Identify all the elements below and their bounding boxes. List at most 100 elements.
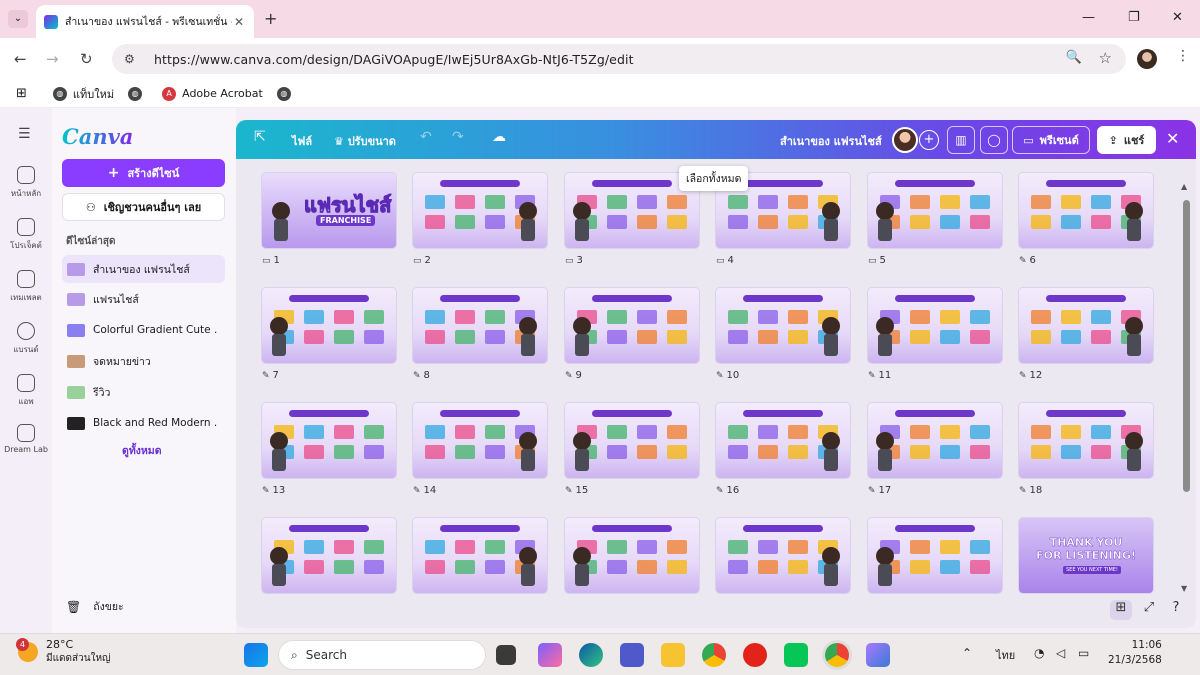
- rail-projects[interactable]: โปรเจ็คต์: [0, 218, 52, 252]
- slide-thumbnail[interactable]: [1019, 403, 1153, 478]
- address-bar[interactable]: ⚙ https://www.canva.com/design/DAGiVOApu…: [112, 44, 1126, 74]
- recent-item[interactable]: จดหมายข่าว: [62, 347, 225, 375]
- rail-apps[interactable]: แอพ: [0, 374, 52, 408]
- grid-view-button[interactable]: ⊞: [1110, 600, 1132, 620]
- edit-icon[interactable]: ✎: [1019, 256, 1027, 266]
- recent-item[interactable]: รีวิว: [62, 378, 225, 406]
- scroll-up-arrow[interactable]: ▲: [1181, 182, 1187, 191]
- bookmark-globe-2[interactable]: ◍: [276, 86, 297, 101]
- slide-thumbnail[interactable]: [262, 403, 396, 478]
- trash-link[interactable]: 🗑 ถังขยะ: [66, 598, 124, 615]
- browser-menu-icon[interactable]: ⋮: [1176, 48, 1190, 64]
- bookmark-globe[interactable]: ◍: [128, 86, 148, 101]
- comment-icon[interactable]: ▭: [565, 256, 574, 266]
- rail-dream-lab[interactable]: Dream Lab: [0, 424, 52, 454]
- weather-widget[interactable]: 4 28°C มีแดดส่วนใหญ่: [16, 638, 111, 666]
- document-title[interactable]: สำเนาของ แฟรนไชส์: [780, 132, 882, 150]
- insights-button[interactable]: ▥: [947, 126, 975, 154]
- slide-thumbnail[interactable]: [868, 288, 1002, 363]
- browser-tab[interactable]: สำเนาของ แฟรนไชส์ - พรีเซนเทชั่น - Canva…: [36, 5, 254, 38]
- slide-thumbnail[interactable]: [413, 288, 547, 363]
- slide-thumbnail[interactable]: [868, 518, 1002, 593]
- rail-templates[interactable]: เทมเพลต: [0, 270, 52, 304]
- canva-logo[interactable]: Canva: [62, 124, 133, 149]
- edit-icon[interactable]: ✎: [262, 486, 270, 496]
- slide-thumbnail[interactable]: [1019, 173, 1153, 248]
- clock[interactable]: 11:06 21/3/2568: [1108, 638, 1162, 668]
- edit-icon[interactable]: ✎: [262, 371, 270, 381]
- slide-thumbnail[interactable]: [1019, 288, 1153, 363]
- chrome-icon[interactable]: [702, 643, 726, 667]
- present-button[interactable]: ▭ พรีเซนต์: [1012, 126, 1090, 154]
- cloud-saved-icon[interactable]: ☁: [492, 129, 506, 145]
- slide-thumbnail[interactable]: [716, 403, 850, 478]
- input-language[interactable]: ไทย: [996, 646, 1015, 664]
- comment-icon[interactable]: ▭: [262, 256, 271, 266]
- forward-button[interactable]: →: [46, 50, 59, 68]
- comments-button[interactable]: ◯: [980, 126, 1008, 154]
- edge-icon[interactable]: [579, 643, 603, 667]
- see-all-link[interactable]: ดูทั้งหมด: [122, 442, 162, 459]
- undo-icon[interactable]: ↶: [420, 129, 432, 145]
- recent-item[interactable]: Black and Red Modern ...: [62, 409, 225, 437]
- edit-icon[interactable]: ✎: [565, 371, 573, 381]
- reload-button[interactable]: ↻: [80, 50, 93, 68]
- site-info-icon[interactable]: ⚙: [124, 52, 142, 66]
- bookmark-star-icon[interactable]: ☆: [1099, 49, 1112, 67]
- resize-menu[interactable]: ♛ ปรับขนาด: [334, 132, 396, 150]
- file-menu[interactable]: ไฟล์: [292, 132, 312, 150]
- chrome-profile-icon[interactable]: [825, 643, 849, 667]
- task-view-icon[interactable]: [496, 645, 516, 665]
- teams-icon[interactable]: [620, 643, 644, 667]
- minimize-button[interactable]: —: [1082, 10, 1095, 25]
- open-external-icon[interactable]: ⇱: [254, 129, 266, 145]
- battery-icon[interactable]: ▭: [1078, 646, 1089, 660]
- slide-thumbnail[interactable]: THANK YOU FOR LISTENING! SEE YOU NEXT TIME…: [1019, 518, 1153, 593]
- taskbar-search[interactable]: ⌕ Search: [278, 640, 486, 670]
- edit-icon[interactable]: ✎: [716, 486, 724, 496]
- edit-icon[interactable]: ✎: [868, 486, 876, 496]
- close-icon[interactable]: ✕: [1166, 129, 1179, 148]
- close-window-button[interactable]: ✕: [1172, 10, 1183, 25]
- bookmark-adobe-acrobat[interactable]: A Adobe Acrobat: [162, 86, 263, 101]
- edit-icon[interactable]: ✎: [565, 486, 573, 496]
- tray-chevron-icon[interactable]: ⌃: [962, 646, 972, 660]
- comment-icon[interactable]: ▭: [868, 256, 877, 266]
- edit-icon[interactable]: ✎: [716, 371, 724, 381]
- slide-thumbnail[interactable]: แฟรนไชส์ FRANCHISE: [262, 173, 396, 248]
- fullscreen-button[interactable]: ⤢: [1138, 600, 1160, 620]
- comment-icon[interactable]: ▭: [413, 256, 422, 266]
- add-collaborator-icon[interactable]: +: [919, 130, 939, 150]
- slide-thumbnail[interactable]: [413, 518, 547, 593]
- create-design-button[interactable]: + สร้างดีไซน์: [62, 159, 225, 187]
- tab-search-button[interactable]: ⌄: [8, 10, 28, 28]
- invite-button[interactable]: ⚇ เชิญชวนคนอื่นๆ เลย: [62, 193, 225, 221]
- recent-item[interactable]: สำเนาของ แฟรนไชส์: [62, 255, 225, 283]
- bookmark-new-tab[interactable]: ◍ แท็บใหม่: [52, 85, 114, 103]
- file-explorer-icon[interactable]: [661, 643, 685, 667]
- collaborator-avatar[interactable]: [892, 127, 918, 153]
- menu-icon[interactable]: ☰: [18, 126, 31, 142]
- redo-icon[interactable]: ↷: [452, 129, 464, 145]
- windows-start-icon[interactable]: [244, 643, 268, 667]
- wifi-icon[interactable]: ◔: [1034, 646, 1044, 660]
- close-tab-icon[interactable]: ✕: [232, 15, 246, 29]
- apps-grid-icon[interactable]: ⊞: [16, 86, 27, 101]
- slide-thumbnail[interactable]: [716, 288, 850, 363]
- slide-thumbnail[interactable]: [565, 288, 699, 363]
- slide-thumbnail[interactable]: [868, 173, 1002, 248]
- app-icon[interactable]: [866, 643, 890, 667]
- scrollbar-thumb[interactable]: [1183, 200, 1190, 492]
- wps-icon[interactable]: [743, 643, 767, 667]
- volume-icon[interactable]: ◁: [1056, 646, 1065, 660]
- edit-icon[interactable]: ✎: [413, 486, 421, 496]
- edit-icon[interactable]: ✎: [868, 371, 876, 381]
- comment-icon[interactable]: ▭: [716, 256, 725, 266]
- copilot-icon[interactable]: [538, 643, 562, 667]
- zoom-icon[interactable]: 🔍: [1066, 50, 1082, 65]
- restore-button[interactable]: ❐: [1128, 10, 1140, 25]
- line-app-icon[interactable]: [784, 643, 808, 667]
- slide-thumbnail[interactable]: [716, 518, 850, 593]
- slide-thumbnail[interactable]: [413, 403, 547, 478]
- edit-icon[interactable]: ✎: [1019, 486, 1027, 496]
